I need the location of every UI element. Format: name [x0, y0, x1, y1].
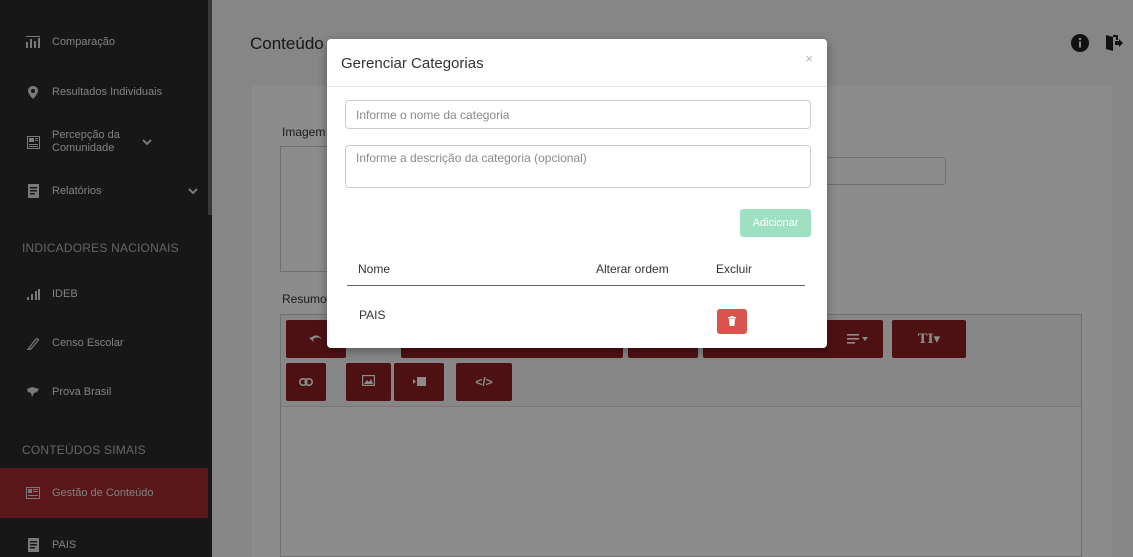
delete-category-button[interactable] — [717, 309, 747, 334]
column-header-name: Nome — [358, 262, 391, 276]
trash-icon — [728, 314, 736, 329]
add-category-button[interactable]: Adicionar — [740, 209, 811, 237]
column-header-order: Alterar ordem — [596, 262, 669, 276]
modal-title: Gerenciar Categorias — [341, 55, 484, 72]
modal-header: Gerenciar Categorias × — [327, 39, 827, 87]
close-icon[interactable]: × — [805, 51, 813, 66]
column-header-delete: Excluir — [716, 262, 753, 276]
category-name-cell: PAIS — [359, 308, 386, 322]
category-description-input[interactable] — [345, 145, 811, 188]
manage-categories-modal: Gerenciar Categorias × Adicionar Nome Al… — [327, 39, 827, 348]
category-name-input[interactable] — [345, 100, 811, 129]
table-header-divider — [347, 285, 805, 286]
